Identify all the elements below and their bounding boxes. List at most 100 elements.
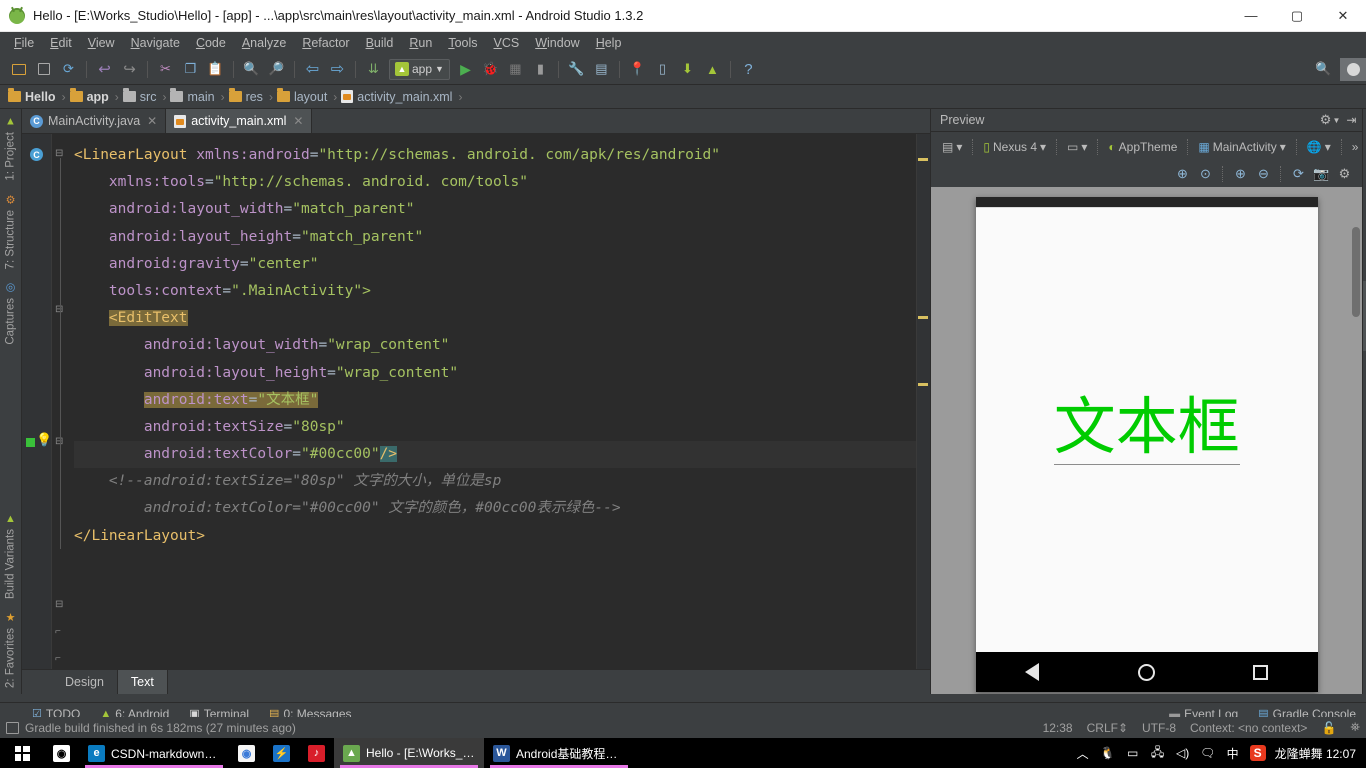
intention-bulb-icon[interactable]: 💡 [36, 432, 52, 448]
line-separator[interactable]: CRLF⇕ [1087, 721, 1128, 735]
close-button[interactable]: ✕ [1320, 0, 1366, 32]
code-folding-column[interactable]: ⊟⊟⊟⊟⌐⌐ [52, 134, 70, 669]
volume-icon[interactable]: ◁) [1175, 745, 1191, 761]
location-icon[interactable]: 📍 [626, 58, 649, 81]
taskbar-button-chrome[interactable]: ◉ [229, 738, 264, 768]
ime-chinese-icon[interactable]: 中 [1225, 745, 1241, 761]
menu-item-build[interactable]: Build [358, 34, 402, 52]
preview-toolbar-device[interactable]: ▯ Nexus 4 ▾ [979, 138, 1050, 156]
caret-position[interactable]: 12:38 [1043, 721, 1073, 735]
collapse-icon[interactable]: ⇥ [1346, 113, 1356, 127]
windows-start-icon[interactable] [0, 738, 44, 768]
nav-home-icon[interactable] [1137, 663, 1155, 681]
breadcrumb-item-res[interactable]: res [228, 88, 265, 104]
preview-toolbar-locale-globe[interactable]: 🌐 ▾ [1303, 138, 1335, 156]
breadcrumb-item-src[interactable]: src [122, 88, 159, 104]
attach-debugger-icon[interactable]: ▮ [529, 58, 552, 81]
editor-mode-tab-design[interactable]: Design [52, 670, 118, 694]
avd-manager-icon[interactable]: ▤ [590, 58, 613, 81]
coverage-icon[interactable]: ▦ [504, 58, 527, 81]
menu-item-help[interactable]: Help [588, 34, 630, 52]
gear-icon[interactable]: ⚙ [1320, 112, 1332, 128]
ime-panel-icon[interactable]: 🗨 [1200, 745, 1216, 761]
editor-tab-mainactivity-java[interactable]: C MainActivity.java ✕ [22, 109, 167, 133]
chevron-down-icon[interactable]: ▼ [1332, 116, 1340, 125]
forward-icon[interactable]: ⇨ [326, 58, 349, 81]
tool-tab-2-favorites[interactable]: 2: Favorites ★ [0, 605, 21, 694]
file-encoding[interactable]: UTF-8 [1142, 721, 1176, 735]
open-project-icon[interactable] [7, 58, 30, 81]
settings-icon[interactable]: ⚙ [1334, 164, 1354, 184]
run-configuration-selector[interactable]: ▲ app ▼ [389, 58, 450, 80]
search-everywhere-icon[interactable]: 🔍 [1312, 58, 1335, 81]
back-icon[interactable]: ⇦ [301, 58, 324, 81]
paste-icon[interactable]: 📋 [204, 58, 227, 81]
zoom-actual-icon[interactable]: ⊙ [1195, 164, 1215, 184]
breadcrumb-item-app[interactable]: app [69, 88, 111, 104]
tool-tab-7-structure[interactable]: 7: Structure ⚙ [0, 187, 21, 275]
menu-item-file[interactable]: File [6, 34, 42, 52]
tool-tab-captures[interactable]: Captures ◎ [0, 275, 21, 351]
help-icon[interactable]: ? [737, 58, 760, 81]
sdk-manager-icon[interactable]: 🔧 [565, 58, 588, 81]
refresh-icon[interactable]: ⟳ [1288, 164, 1308, 184]
screenshot-icon[interactable]: 📷 [1311, 164, 1331, 184]
breadcrumb-item-activity_main-xml[interactable]: activity_main.xml [341, 90, 454, 104]
sort-icon[interactable]: ⇊ [362, 58, 385, 81]
debug-icon[interactable]: 🐞 [479, 58, 502, 81]
taskbar-button-cortana[interactable]: ◉ [44, 738, 79, 768]
zoom-in-icon[interactable]: ⊕ [1230, 164, 1250, 184]
context-label[interactable]: Context: <no context> [1190, 721, 1307, 735]
menu-item-run[interactable]: Run [401, 34, 440, 52]
source-code[interactable]: <LinearLayout xmlns:android="http://sche… [74, 142, 930, 550]
editor-gutter[interactable]: C 💡 [22, 134, 52, 669]
android-device-icon[interactable]: ▲ [701, 58, 724, 81]
network-icon[interactable]: 🖧 [1150, 745, 1166, 761]
close-icon[interactable]: ✕ [147, 114, 157, 128]
undo-icon[interactable]: ↩ [93, 58, 116, 81]
battery-icon[interactable]: ▭ [1125, 745, 1141, 761]
preview-toolbar-layout-variant[interactable]: ▤ ▾ [938, 138, 966, 156]
tool-tab-build-variants[interactable]: Build Variants ▲ [0, 506, 21, 605]
maximize-button[interactable]: ▢ [1274, 0, 1320, 32]
editor-tab-activity_main-xml[interactable]: activity_main.xml ✕ [166, 109, 313, 133]
inspection-icon[interactable]: ⛯ [1350, 720, 1360, 735]
taskbar-clock[interactable]: 龙隆蝉舞 12:07 [1275, 745, 1356, 762]
breadcrumb-item-hello[interactable]: Hello [8, 88, 58, 104]
qq-icon[interactable]: 🐧 [1100, 745, 1116, 761]
taskbar-button-android-studio[interactable]: ▲ Hello - [E:\Works_S... [334, 738, 484, 768]
nav-back-icon[interactable] [1025, 663, 1040, 681]
replace-icon[interactable]: 🔎 [265, 58, 288, 81]
taskbar-button-thunder[interactable]: ⚡ [264, 738, 299, 768]
breadcrumb-item-main[interactable]: main [170, 88, 216, 104]
breakpoint-marker-icon[interactable] [26, 438, 35, 447]
zoom-fit-icon[interactable]: ⊕ [1172, 164, 1192, 184]
taskbar-button-edge[interactable]: e CSDN-markdown编... [79, 738, 229, 768]
editor-mode-tab-text[interactable]: Text [117, 670, 168, 694]
fold-marker-icon[interactable]: ⊟ [55, 599, 63, 610]
chevron-up-icon[interactable]: ︿ [1075, 745, 1091, 761]
preview-toolbar-theme[interactable]: ◐ AppTheme [1104, 138, 1181, 156]
copy-icon[interactable]: ❐ [179, 58, 202, 81]
preview-toolbar-overflow[interactable]: » [1348, 138, 1363, 156]
preview-toolbar-orientation[interactable]: ▭ ▾ [1063, 138, 1091, 156]
minimize-button[interactable]: — [1228, 0, 1274, 32]
menu-item-tools[interactable]: Tools [440, 34, 485, 52]
menu-item-refactor[interactable]: Refactor [294, 34, 357, 52]
tool-tab-1-project[interactable]: 1: Project ▲ [0, 109, 21, 187]
menu-item-view[interactable]: View [80, 34, 123, 52]
menu-item-analyze[interactable]: Analyze [234, 34, 294, 52]
menu-item-navigate[interactable]: Navigate [123, 34, 188, 52]
cut-icon[interactable]: ✂ [154, 58, 177, 81]
nav-recents-icon[interactable] [1253, 664, 1269, 680]
menu-item-window[interactable]: Window [527, 34, 587, 52]
code-area[interactable]: <LinearLayout xmlns:android="http://sche… [70, 134, 930, 669]
avatar[interactable] [1340, 57, 1366, 81]
save-all-icon[interactable] [32, 58, 55, 81]
sogou-icon[interactable]: S [1249, 745, 1266, 761]
preview-canvas[interactable]: 文本框 [931, 187, 1363, 694]
lock-icon[interactable]: 🔓 [1321, 721, 1336, 735]
find-icon[interactable]: 🔍 [240, 58, 263, 81]
taskbar-button-kugou[interactable]: ♪ [299, 738, 334, 768]
error-stripe[interactable] [916, 134, 930, 669]
